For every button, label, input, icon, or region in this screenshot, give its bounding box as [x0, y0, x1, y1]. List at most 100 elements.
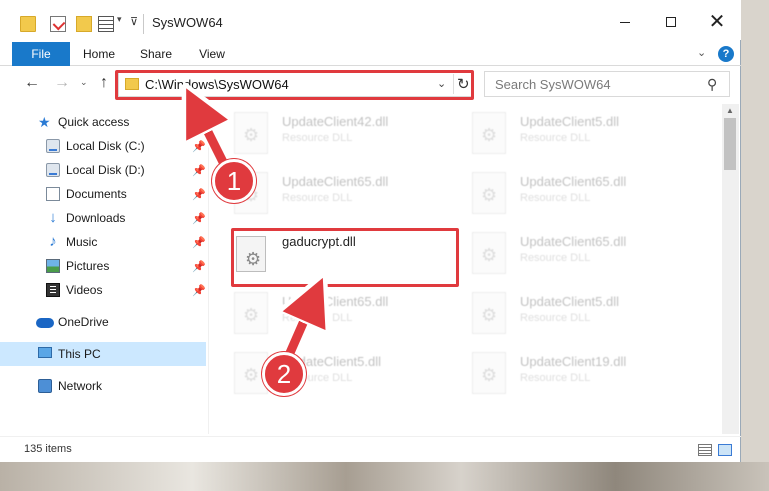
- sidebar-item-music[interactable]: ♪ Music 📌: [0, 230, 206, 254]
- pin-icon[interactable]: 📌: [192, 207, 206, 231]
- vertical-scrollbar[interactable]: ▲: [722, 104, 739, 434]
- file-type: Resource DLL: [282, 192, 353, 204]
- file-tile[interactable]: UpdateClient5.dll Resource DLL: [210, 348, 430, 400]
- videos-icon: [46, 283, 60, 297]
- sidebar-item-videos[interactable]: Videos 📌: [0, 278, 206, 302]
- maximize-icon: [666, 17, 676, 28]
- sidebar-item-downloads[interactable]: ↓ Downloads 📌: [0, 206, 206, 230]
- file-tile[interactable]: UpdateClient19.dll Resource DLL: [448, 348, 668, 400]
- download-icon: ↓: [49, 209, 57, 226]
- file-highlight-box: [231, 228, 459, 287]
- help-icon[interactable]: ?: [718, 46, 734, 62]
- sidebar-item-label: Music: [66, 235, 98, 249]
- file-type: Resource DLL: [520, 192, 591, 204]
- status-bar: 135 items: [0, 436, 741, 462]
- pin-icon[interactable]: 📌: [192, 279, 206, 303]
- sidebar-item-label: Documents: [66, 187, 127, 201]
- file-name: UpdateClient5.dll: [520, 294, 620, 309]
- file-tile[interactable]: UpdateClient5.dll Resource DLL: [448, 108, 668, 160]
- sidebar-item-label: OneDrive: [58, 315, 109, 329]
- tab-file[interactable]: File: [12, 42, 70, 66]
- pin-icon[interactable]: 📌: [192, 255, 206, 279]
- sidebar-item-network[interactable]: Network: [0, 374, 206, 398]
- sidebar-item-pictures[interactable]: Pictures 📌: [0, 254, 206, 278]
- navigation-pane: ★ Quick access Local Disk (C:) 📌 Local D…: [0, 104, 208, 434]
- desktop-background: [0, 462, 769, 491]
- file-tile[interactable]: UpdateClient5.dll Resource DLL: [448, 288, 668, 340]
- item-count: 135 items: [24, 443, 72, 455]
- recent-locations-icon[interactable]: ⌄: [80, 77, 88, 88]
- folder-icon[interactable]: [20, 16, 36, 32]
- file-type: Resource DLL: [282, 312, 353, 324]
- dll-file-icon: [472, 292, 506, 334]
- disk-icon: [46, 163, 60, 177]
- dll-file-icon: [472, 232, 506, 274]
- sidebar-item-label: Network: [58, 379, 103, 393]
- pin-icon[interactable]: 📌: [192, 159, 206, 183]
- file-name: UpdateClient65.dll: [520, 174, 627, 189]
- file-type: Resource DLL: [520, 132, 591, 144]
- minimize-button[interactable]: [602, 8, 648, 38]
- dll-file-icon: [234, 112, 268, 154]
- file-tile[interactable]: UpdateClient65.dll Resource DLL: [448, 228, 668, 280]
- pin-icon[interactable]: 📌: [192, 135, 206, 159]
- dll-file-icon: [234, 292, 268, 334]
- scrollbar-thumb[interactable]: [724, 118, 736, 170]
- sidebar-item-quick-access[interactable]: ★ Quick access: [0, 110, 206, 134]
- scroll-up-icon[interactable]: ▲: [726, 106, 734, 115]
- close-button[interactable]: ✕: [694, 8, 740, 38]
- dll-file-icon: [472, 112, 506, 154]
- up-arrow-icon[interactable]: ↑: [100, 74, 108, 92]
- ribbon-tabs: File Home Share View ⌄ ?: [0, 42, 741, 66]
- customize-toolbar-icon[interactable]: ⊽: [130, 15, 138, 28]
- view-icon[interactable]: [98, 16, 114, 32]
- sidebar-item-local-disk-d[interactable]: Local Disk (D:) 📌: [0, 158, 206, 182]
- title-bar: ▾ ⊽ SysWOW64 ✕: [0, 0, 741, 40]
- file-tile[interactable]: UpdateClient65.dll Resource DLL: [448, 168, 668, 220]
- file-name: UpdateClient65.dll: [520, 234, 627, 249]
- properties-icon[interactable]: [50, 16, 66, 32]
- close-icon: ✕: [708, 11, 726, 33]
- search-input[interactable]: Search SysWOW64 ⚲: [484, 71, 730, 97]
- tab-view[interactable]: View: [192, 42, 232, 66]
- pin-icon[interactable]: 📌: [192, 183, 206, 207]
- maximize-button[interactable]: [648, 8, 694, 38]
- sidebar-item-label: Local Disk (C:): [66, 139, 145, 153]
- window-title: SysWOW64: [152, 15, 223, 30]
- forward-arrow-icon[interactable]: →: [54, 74, 70, 92]
- back-arrow-icon[interactable]: ←: [24, 74, 40, 92]
- star-icon: ★: [38, 114, 51, 130]
- file-name: UpdateClient19.dll: [520, 354, 627, 369]
- sidebar-item-label: Local Disk (D:): [66, 163, 145, 177]
- title-divider: [143, 14, 144, 34]
- search-icon[interactable]: ⚲: [707, 76, 717, 93]
- details-view-icon[interactable]: [698, 444, 712, 456]
- file-type: Resource DLL: [520, 372, 591, 384]
- file-tile[interactable]: UpdateClient42.dll Resource DLL: [210, 108, 430, 160]
- file-type: Resource DLL: [520, 252, 591, 264]
- new-folder-icon[interactable]: [76, 16, 92, 32]
- sidebar-item-this-pc[interactable]: This PC: [0, 342, 206, 366]
- file-tile[interactable]: UpdateClient65.dll Resource DLL: [210, 288, 430, 340]
- sidebar-item-documents[interactable]: Documents 📌: [0, 182, 206, 206]
- pin-icon[interactable]: 📌: [192, 231, 206, 255]
- sidebar-item-label: Quick access: [58, 115, 130, 129]
- documents-icon: [46, 187, 60, 201]
- pane-divider: [208, 104, 209, 434]
- tab-share[interactable]: Share: [134, 42, 178, 66]
- file-name: UpdateClient5.dll: [520, 114, 620, 129]
- file-type: Resource DLL: [282, 132, 353, 144]
- tab-home[interactable]: Home: [76, 42, 122, 66]
- step-badge-2: 2: [262, 352, 306, 396]
- expand-ribbon-icon[interactable]: ⌄: [697, 46, 706, 59]
- file-name: UpdateClient65.dll: [282, 294, 389, 309]
- search-placeholder: Search SysWOW64: [495, 77, 611, 92]
- file-name: UpdateClient65.dll: [282, 174, 389, 189]
- sidebar-item-local-disk-c[interactable]: Local Disk (C:) 📌: [0, 134, 206, 158]
- large-icons-view-icon[interactable]: [718, 444, 732, 456]
- address-highlight-box: [115, 70, 474, 100]
- dll-file-icon: [472, 352, 506, 394]
- sidebar-item-onedrive[interactable]: OneDrive: [0, 310, 206, 334]
- music-icon: ♪: [49, 233, 57, 250]
- chevron-down-icon[interactable]: ▾: [117, 14, 122, 25]
